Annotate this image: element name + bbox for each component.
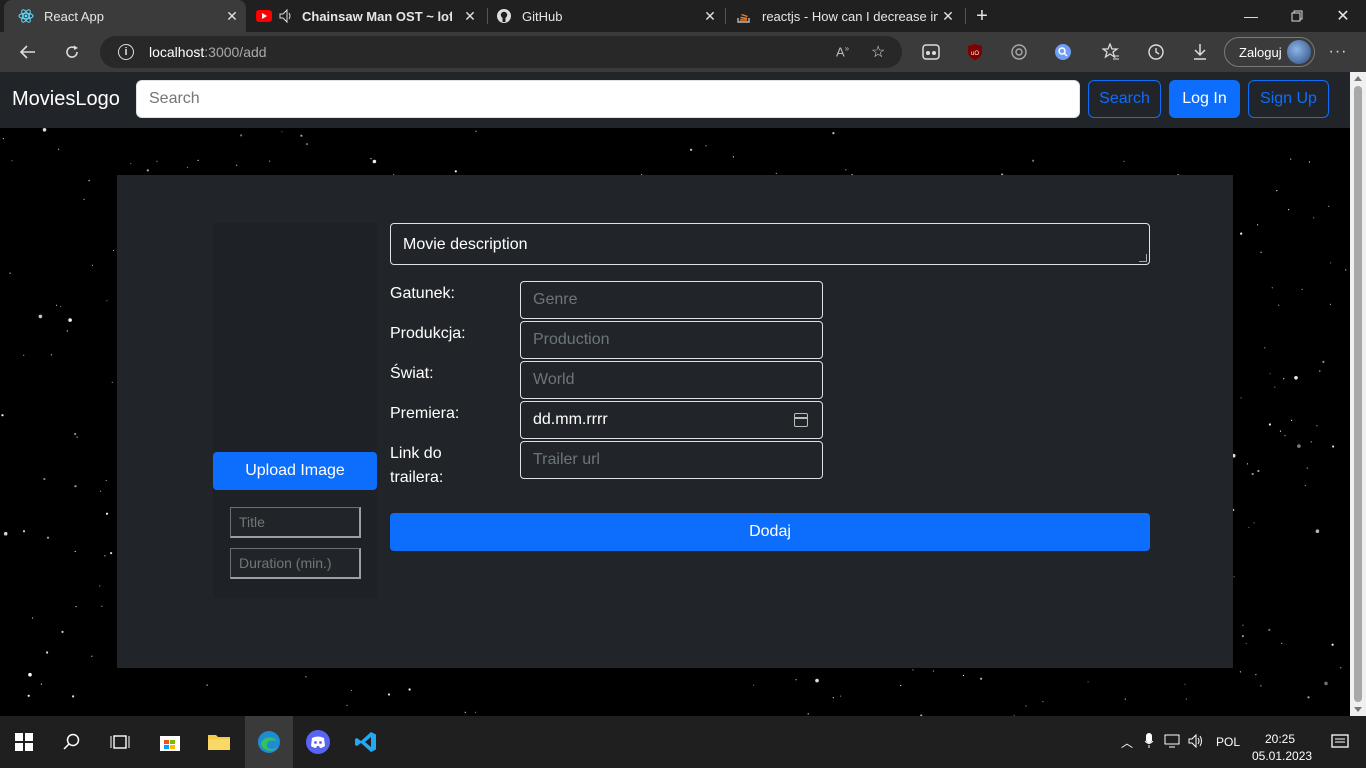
upload-image-button[interactable]: Upload Image [213, 452, 377, 490]
description-textarea[interactable]: Movie description [390, 223, 1150, 265]
read-aloud-icon[interactable]: A» [836, 44, 849, 59]
submit-button[interactable]: Dodaj [390, 513, 1150, 551]
add-movie-panel: Upload Image Movie description Gatunek: … [117, 175, 1233, 668]
url-host: localhost [149, 44, 205, 60]
microsoft-store-icon[interactable] [146, 716, 194, 768]
premiere-label: Premiera: [390, 405, 460, 422]
close-tab-icon[interactable]: ✕ [224, 8, 240, 24]
tab-title: React App [44, 8, 104, 24]
discord-icon[interactable] [294, 716, 342, 768]
stackoverflow-icon [736, 8, 752, 24]
download-icon[interactable] [1186, 38, 1214, 66]
trailer-label: Link do trailera: [390, 445, 444, 486]
title-input[interactable] [230, 507, 361, 538]
search-icon[interactable] [48, 716, 96, 768]
image-preview-area [213, 223, 377, 598]
tab-react-app[interactable]: React App ✕ [4, 0, 246, 32]
volume-icon[interactable] [1188, 733, 1204, 751]
task-view-icon[interactable] [96, 716, 144, 768]
search-input[interactable] [136, 80, 1080, 118]
profile-button[interactable]: Zaloguj [1224, 37, 1315, 67]
favorite-add-icon[interactable]: ☆ [871, 42, 885, 62]
speaker-icon[interactable] [278, 8, 294, 24]
trailer-url-input[interactable]: Trailer url [520, 441, 823, 479]
scroll-down-icon[interactable] [1354, 707, 1362, 712]
close-window-icon[interactable]: ✕ [1320, 0, 1366, 32]
date-placeholder: dd.mm.rrrr [533, 411, 608, 428]
github-icon [496, 8, 512, 24]
close-tab-icon[interactable]: ✕ [462, 8, 478, 24]
brand-logo[interactable]: MoviesLogo [12, 88, 120, 111]
close-tab-icon[interactable]: ✕ [940, 8, 956, 24]
react-icon [18, 8, 34, 24]
tab-bar: React App ✕ Chainsaw Man OST ~ lofi hip … [0, 0, 1366, 32]
address-url: localhost:3000/add [149, 44, 267, 60]
tray-chevron-up-icon[interactable]: ︿ [1118, 734, 1136, 751]
scroll-up-icon[interactable] [1354, 76, 1362, 81]
windows-taskbar: ︿ POL 20:25 05.01.2023 [0, 716, 1366, 768]
info-icon[interactable]: i [118, 44, 134, 60]
genre-label: Gatunek: [390, 285, 455, 302]
back-arrow-icon[interactable] [12, 36, 44, 68]
url-path: :3000/add [204, 44, 267, 60]
language-indicator[interactable]: POL [1216, 735, 1240, 749]
file-explorer-icon[interactable] [195, 716, 243, 768]
duration-input[interactable] [230, 548, 361, 579]
refresh-icon[interactable] [56, 36, 88, 68]
tab-github[interactable]: GitHub ✕ [490, 0, 724, 32]
tab-title: reactjs - How can I decrease input [762, 8, 938, 24]
production-input[interactable]: Production [520, 321, 823, 359]
genre-input[interactable]: Genre [520, 281, 823, 319]
tab-stackoverflow[interactable]: reactjs - How can I decrease input ✕ [728, 0, 962, 32]
page-viewport: MoviesLogo Search Log In Sign Up Upload … [0, 72, 1350, 716]
extension-icon[interactable] [917, 38, 945, 66]
notifications-icon[interactable] [1316, 716, 1364, 768]
world-input[interactable]: World [520, 361, 823, 399]
minimize-icon[interactable]: — [1228, 0, 1274, 32]
search-button[interactable]: Search [1088, 80, 1161, 118]
restore-icon[interactable] [1274, 0, 1320, 32]
production-label: Produkcja: [390, 325, 466, 342]
ublock-icon[interactable]: uO [961, 38, 989, 66]
clock-time: 20:25 [1264, 732, 1296, 746]
signup-button[interactable]: Sign Up [1248, 80, 1329, 118]
network-icon[interactable] [1164, 734, 1180, 751]
world-label: Świat: [390, 365, 434, 382]
tab-separator [725, 8, 726, 24]
new-tab-icon[interactable]: + [960, 0, 1004, 32]
favorites-icon[interactable] [1097, 38, 1125, 66]
profile-label: Zaloguj [1239, 44, 1282, 60]
more-menu-icon[interactable]: ··· [1324, 38, 1352, 66]
extension-search-icon[interactable] [1049, 38, 1077, 66]
calendar-icon[interactable] [794, 413, 808, 427]
scrollbar-thumb[interactable] [1354, 86, 1362, 702]
youtube-icon [256, 8, 272, 24]
windows-start-icon[interactable] [0, 716, 48, 768]
microphone-icon[interactable] [1144, 732, 1154, 752]
tab-title: GitHub [522, 8, 563, 24]
vscode-icon[interactable] [342, 716, 390, 768]
premiere-date-input[interactable]: dd.mm.rrrr [520, 401, 823, 439]
system-tray: ︿ POL [1118, 716, 1240, 768]
resize-grip-icon[interactable] [1139, 254, 1147, 262]
description-text: Movie description [403, 236, 528, 253]
edge-browser-icon[interactable] [245, 716, 293, 768]
extension-gear-icon[interactable] [1005, 38, 1033, 66]
close-tab-icon[interactable]: ✕ [702, 8, 718, 24]
login-button[interactable]: Log In [1169, 80, 1240, 118]
taskbar-clock[interactable]: 20:25 05.01.2023 [1252, 731, 1313, 765]
page-scrollbar[interactable] [1350, 72, 1366, 716]
tab-chainsaw-man[interactable]: Chainsaw Man OST ~ lofi hip hop ✕ [248, 0, 484, 32]
navbar: MoviesLogo Search Log In Sign Up [0, 72, 1350, 128]
history-icon[interactable] [1142, 38, 1170, 66]
clock-date: 05.01.2023 [1252, 749, 1313, 763]
avatar [1287, 40, 1311, 64]
tab-separator [487, 8, 488, 24]
browser-chrome: React App ✕ Chainsaw Man OST ~ lofi hip … [0, 0, 1366, 72]
tab-title: Chainsaw Man OST ~ lofi hip hop [302, 8, 452, 24]
svg-text:uO: uO [971, 51, 979, 57]
browser-toolbar: i localhost:3000/add A» ☆ uO Zaloguj ··· [0, 32, 1366, 72]
address-bar[interactable]: i localhost:3000/add A» ☆ [100, 36, 902, 68]
